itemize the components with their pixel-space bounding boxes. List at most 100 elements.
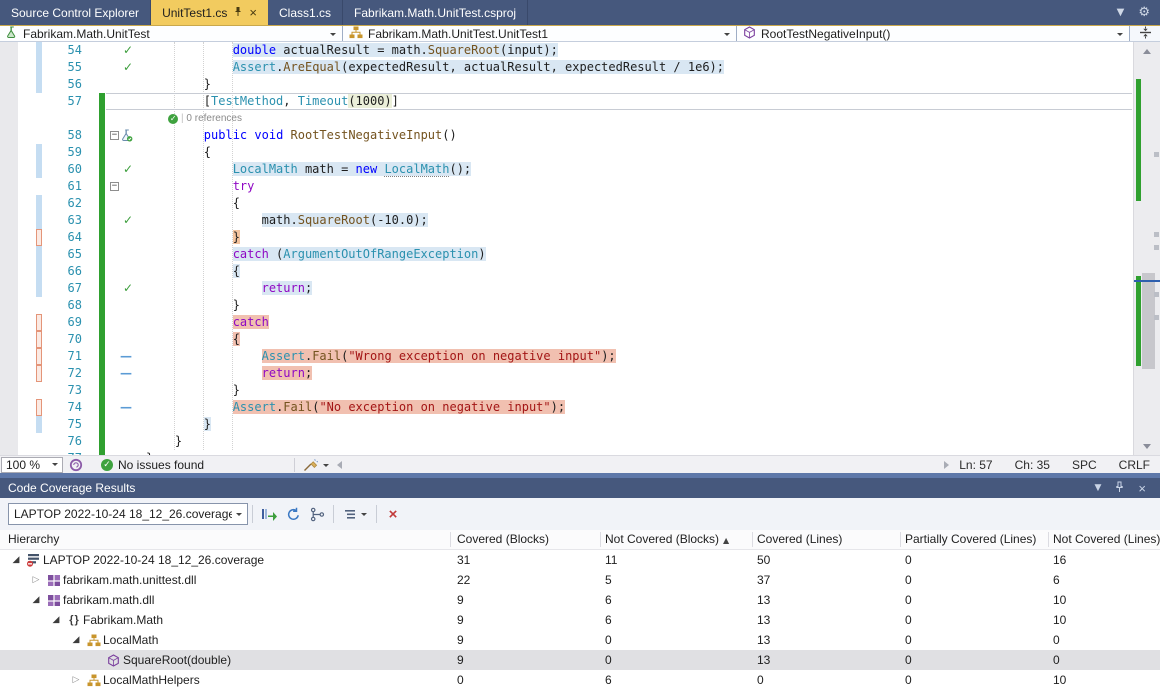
code-line[interactable]: 72— return; xyxy=(0,365,1160,382)
breakpoint-margin[interactable] xyxy=(0,93,18,110)
close-icon[interactable]: × xyxy=(249,6,257,19)
breakpoint-margin[interactable] xyxy=(0,59,18,76)
code-line[interactable]: 57 [TestMethod, Timeout(1000)] xyxy=(0,93,1160,110)
code-line[interactable]: 66 { xyxy=(0,263,1160,280)
pin-icon[interactable] xyxy=(233,6,243,20)
column-header-not-covered-blocks[interactable]: Not Covered (Blocks)▲ xyxy=(605,530,729,550)
tab-source-control-explorer[interactable]: Source Control Explorer xyxy=(0,0,151,25)
zoom-dropdown[interactable]: 100 % xyxy=(1,457,63,473)
view-options-button[interactable] xyxy=(338,503,372,525)
breakpoint-margin[interactable] xyxy=(0,314,18,331)
breakpoint-margin[interactable] xyxy=(0,450,18,455)
coverage-file-dropdown[interactable]: LAPTOP 2022-10-24 18_12_26.coverage xyxy=(8,503,248,525)
line-ending-indicator[interactable]: CRLF xyxy=(1119,458,1150,472)
intellicode-icon[interactable] xyxy=(69,458,83,472)
remove-coverage-button[interactable]: × xyxy=(381,503,405,525)
breakpoint-margin[interactable] xyxy=(0,110,18,127)
column-indicator[interactable]: Ch: 35 xyxy=(1015,458,1050,472)
code-line[interactable]: 58− public void RootTestNegativeInput() xyxy=(0,127,1160,144)
coverage-row-squareroot-double[interactable]: SquareRoot(double)901300 xyxy=(0,650,1160,670)
code-line[interactable]: 70 { xyxy=(0,331,1160,348)
code-line[interactable]: 73 } xyxy=(0,382,1160,399)
breakpoint-margin[interactable] xyxy=(0,127,18,144)
coverage-row-fabrikam-math-unittest-dll[interactable]: ▷fabrikam.math.unittest.dll2253706 xyxy=(0,570,1160,590)
code-line[interactable]: 55✓ Assert.AreEqual(expectedResult, actu… xyxy=(0,59,1160,76)
expander-expanded-icon[interactable]: ◢ xyxy=(48,615,64,625)
breakpoint-margin[interactable] xyxy=(0,42,18,59)
code-lens-references[interactable]: 0 references xyxy=(186,113,242,124)
breakpoint-margin[interactable] xyxy=(0,348,18,365)
tab-class1-cs[interactable]: Class1.cs xyxy=(268,0,343,25)
breakpoint-margin[interactable] xyxy=(0,416,18,433)
breakpoint-margin[interactable] xyxy=(0,144,18,161)
breakpoint-margin[interactable] xyxy=(0,178,18,195)
code-line[interactable]: 61− try xyxy=(0,178,1160,195)
line-indicator[interactable]: Ln: 57 xyxy=(959,458,992,472)
breakpoint-margin[interactable] xyxy=(0,212,18,229)
breakpoint-margin[interactable] xyxy=(0,297,18,314)
column-header-not-covered-lines[interactable]: Not Covered (Lines) xyxy=(1053,530,1160,549)
code-line[interactable]: 62 { xyxy=(0,195,1160,212)
breakpoint-margin[interactable] xyxy=(0,399,18,416)
column-divider[interactable] xyxy=(752,532,753,547)
collapse-toggle-icon[interactable]: − xyxy=(110,182,119,191)
merge-results-button[interactable] xyxy=(305,503,329,525)
breakpoint-margin[interactable] xyxy=(0,365,18,382)
code-line[interactable]: 65 catch (ArgumentOutOfRangeException) xyxy=(0,246,1160,263)
pin-icon[interactable] xyxy=(1114,481,1125,496)
tab-unittest1-cs[interactable]: UnitTest1.cs× xyxy=(151,0,268,25)
chevron-down-icon[interactable] xyxy=(323,464,329,470)
chevron-down-icon[interactable]: ▼ xyxy=(1117,7,1125,18)
code-line[interactable]: 68 } xyxy=(0,297,1160,314)
code-line[interactable]: 64 } xyxy=(0,229,1160,246)
breakpoint-margin[interactable] xyxy=(0,229,18,246)
column-divider[interactable] xyxy=(600,532,601,547)
close-icon[interactable]: × xyxy=(1138,481,1146,496)
code-line[interactable]: 56 } xyxy=(0,76,1160,93)
expander-expanded-icon[interactable]: ◢ xyxy=(8,555,24,565)
editor-vertical-scrollbar[interactable] xyxy=(1133,42,1160,455)
coverage-panel-title-bar[interactable]: Code Coverage Results ▼ × xyxy=(0,478,1160,498)
split-editor-handle[interactable] xyxy=(1130,26,1160,41)
coverage-row-localmath[interactable]: ◢LocalMath901300 xyxy=(0,630,1160,650)
code-cleanup-broom-icon[interactable] xyxy=(303,458,319,472)
scrollbar-thumb[interactable] xyxy=(1142,273,1155,369)
code-line[interactable]: 60✓ LocalMath math = new LocalMath(); xyxy=(0,161,1160,178)
tab-fabrikam-math-unittest-csproj[interactable]: Fabrikam.Math.UnitTest.csproj xyxy=(343,0,528,25)
type-dropdown[interactable]: Fabrikam.Math.UnitTest.UnitTest1 xyxy=(343,26,737,41)
expander-collapsed-icon[interactable]: ▷ xyxy=(28,575,44,585)
breakpoint-margin[interactable] xyxy=(0,263,18,280)
scroll-right-icon[interactable] xyxy=(944,461,949,469)
breakpoint-margin[interactable] xyxy=(0,246,18,263)
column-divider[interactable] xyxy=(900,532,901,547)
column-header-hierarchy[interactable]: Hierarchy xyxy=(8,530,59,549)
spaces-indicator[interactable]: SPC xyxy=(1072,458,1097,472)
code-line[interactable]: 63✓ math.SquareRoot(-10.0); xyxy=(0,212,1160,229)
coverage-row-laptop-2022-10-24-18-12-26-coverage[interactable]: ◢LAPTOP 2022-10-24 18_12_26.coverage3111… xyxy=(0,550,1160,570)
code-line[interactable]: 77} xyxy=(0,450,1160,455)
code-editor[interactable]: 54✓ double actualResult = math.SquareRoo… xyxy=(0,42,1160,455)
issues-status[interactable]: No issues found xyxy=(118,458,204,472)
expander-collapsed-icon[interactable]: ▷ xyxy=(68,675,84,685)
collapse-toggle-icon[interactable]: − xyxy=(110,131,119,140)
scroll-down-icon[interactable] xyxy=(1134,438,1160,454)
coverage-row-localmathhelpers[interactable]: ▷LocalMathHelpers060010 xyxy=(0,670,1160,690)
gear-icon[interactable]: ⚙ xyxy=(1138,5,1150,20)
code-lens-row[interactable]: ✓ | 0 references xyxy=(0,110,1160,127)
code-line[interactable]: 74— Assert.Fail("No exception on negativ… xyxy=(0,399,1160,416)
window-position-icon[interactable]: ▼ xyxy=(1094,483,1101,493)
code-line[interactable]: 67✓ return; xyxy=(0,280,1160,297)
column-header-covered-blocks[interactable]: Covered (Blocks) xyxy=(457,530,549,549)
breakpoint-margin[interactable] xyxy=(0,195,18,212)
coverage-row-fabrikam-math[interactable]: ◢{ }Fabrikam.Math9613010 xyxy=(0,610,1160,630)
project-dropdown[interactable]: Fabrikam.Math.UnitTest xyxy=(0,26,343,41)
column-header-covered-lines[interactable]: Covered (Lines) xyxy=(757,530,842,549)
code-line[interactable]: 76 } xyxy=(0,433,1160,450)
code-line[interactable]: 71— Assert.Fail("Wrong exception on nega… xyxy=(0,348,1160,365)
code-line[interactable]: 59 { xyxy=(0,144,1160,161)
code-line[interactable]: 75 } xyxy=(0,416,1160,433)
show-coverage-coloring-button[interactable] xyxy=(257,503,281,525)
scroll-up-icon[interactable] xyxy=(1134,43,1160,59)
column-divider[interactable] xyxy=(450,532,451,547)
expander-expanded-icon[interactable]: ◢ xyxy=(68,635,84,645)
